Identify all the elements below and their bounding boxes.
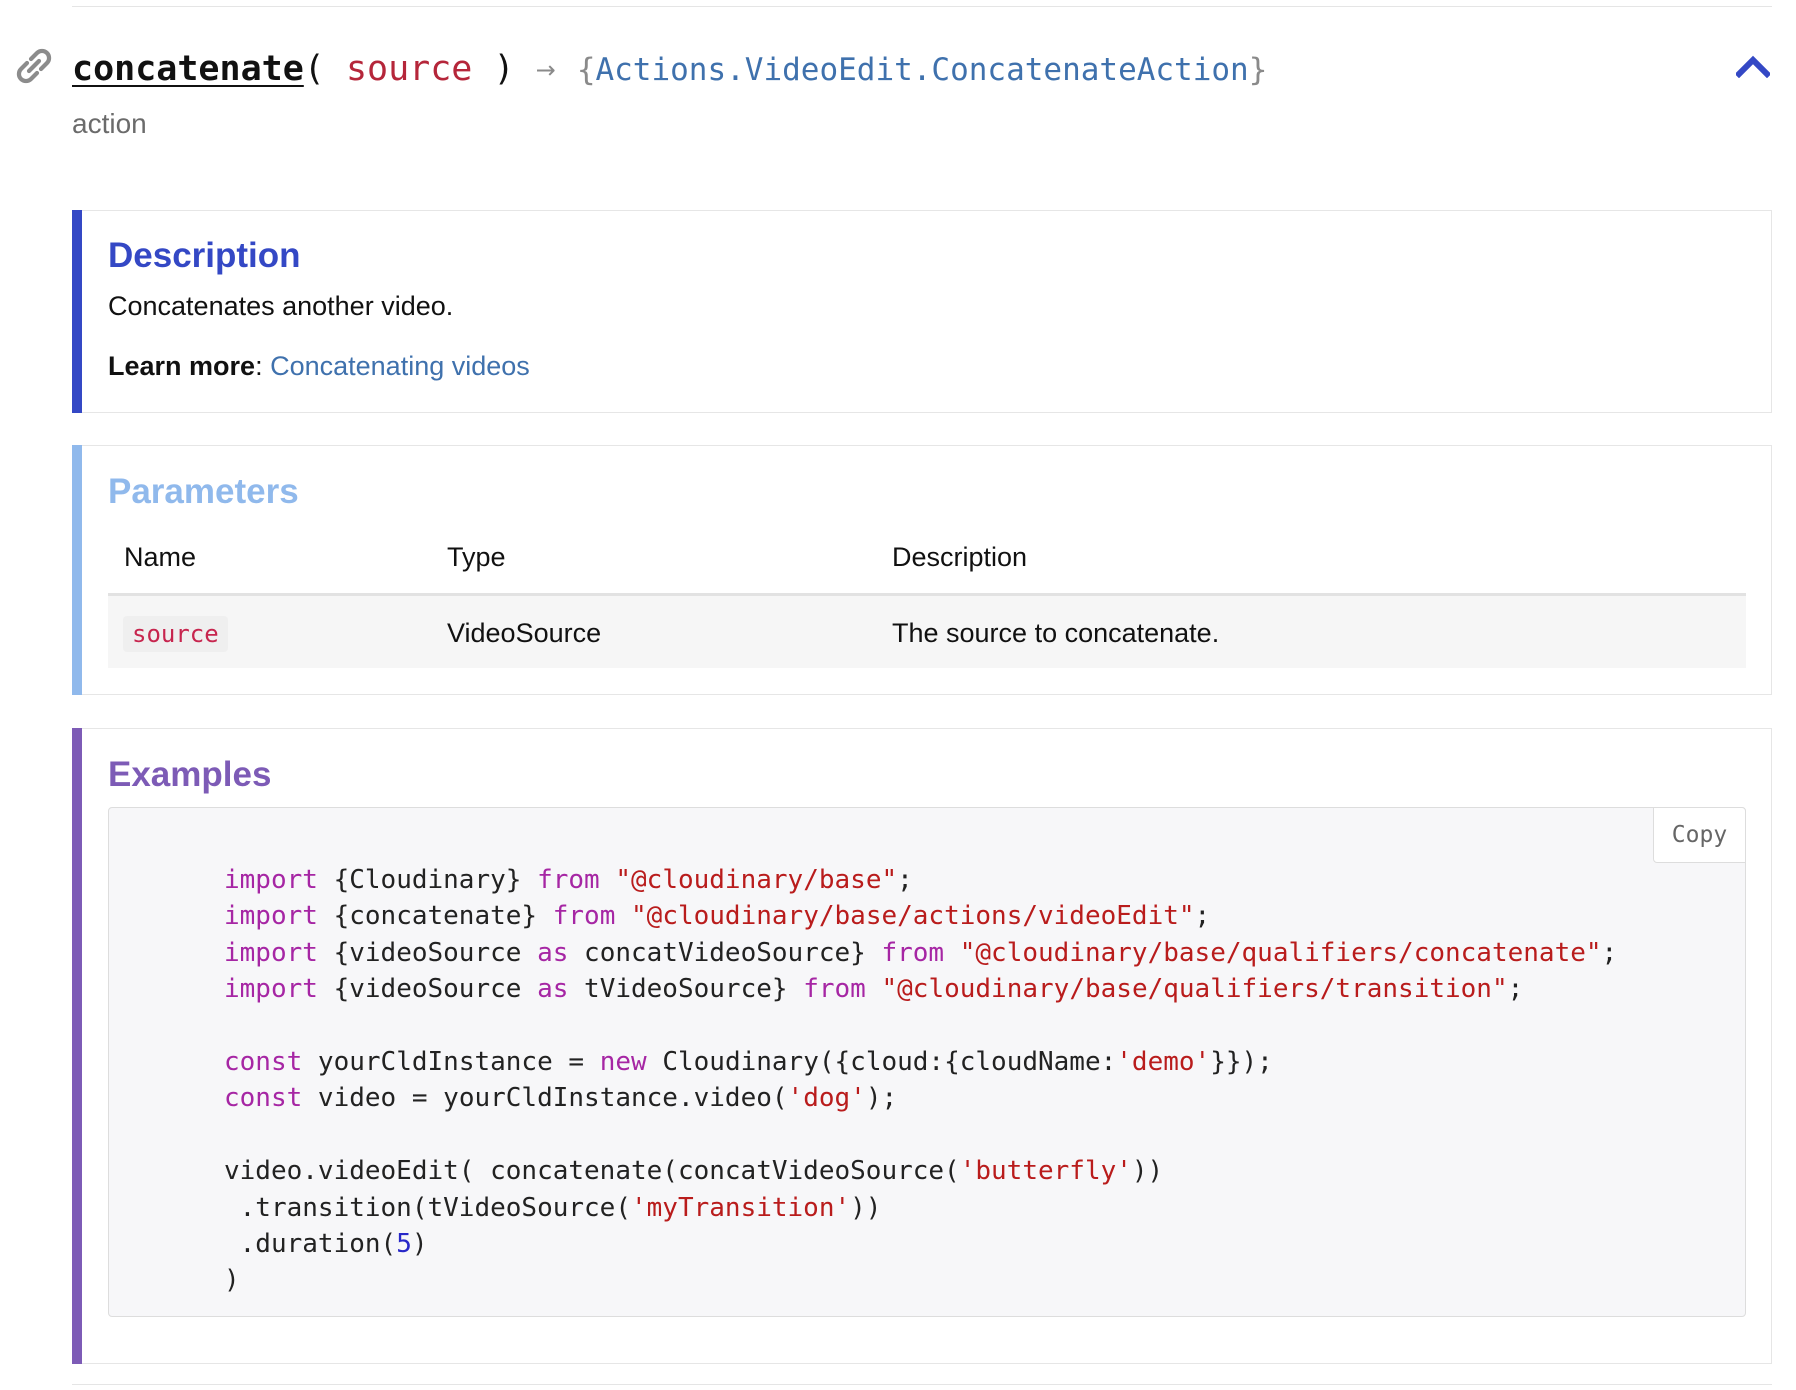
examples-card: Examples Copy import {Cloudinary} from "… [72, 728, 1772, 1364]
code-text: Cloudinary({cloud:{cloudName: [646, 1047, 1117, 1078]
open-paren: ( [303, 49, 325, 89]
param-type: VideoSource [447, 618, 602, 648]
code-text: ) [411, 1229, 428, 1260]
code-text: video.videoEdit( concatenate(concatVideo… [224, 1156, 960, 1187]
code-keyword: import [224, 974, 318, 1005]
code-keyword: const [224, 1083, 303, 1114]
code-line: const yourCldInstance = new Cloudinary({… [224, 1044, 1617, 1080]
code-keyword: from [552, 901, 616, 932]
code-line: import {videoSource as concatVideoSource… [224, 935, 1617, 971]
code-text: yourCldInstance = [302, 1047, 600, 1078]
code-text: .transition(tVideoSource( [224, 1192, 631, 1223]
learn-more-label: Learn more [108, 351, 256, 381]
link-icon[interactable] [14, 46, 54, 86]
code-keyword: new [599, 1047, 647, 1078]
code-line: import {videoSource as tVideoSource} fro… [224, 971, 1617, 1007]
code-line: import {Cloudinary} from "@cloudinary/ba… [224, 862, 1617, 898]
learn-more: Learn more: Concatenating videos [108, 351, 530, 382]
code-string: "@cloudinary/base/actions/videoEdit" [631, 901, 1195, 932]
code-string: 'demo' [1116, 1047, 1211, 1078]
code-text: .duration( [224, 1229, 397, 1260]
code-example[interactable]: import {Cloudinary} from "@cloudinary/ba… [224, 862, 1617, 1299]
code-text: {Cloudinary} [317, 865, 538, 895]
function-signature: concatenate( source ) → {Actions.VideoEd… [72, 42, 1267, 96]
description-title: Description [108, 236, 301, 275]
learn-more-link[interactable]: Concatenating videos [270, 351, 530, 381]
param-description: The source to concatenate. [892, 618, 1220, 648]
code-string: "@cloudinary/base" [615, 865, 898, 895]
examples-title: Examples [108, 755, 272, 794]
parameters-card: Parameters Name Type Description source … [72, 445, 1772, 695]
code-string: 'dog' [787, 1083, 866, 1114]
bottom-divider [72, 1384, 1772, 1385]
code-line: .duration(5) [224, 1226, 1617, 1262]
return-open-brace: { [576, 52, 596, 88]
return-close-brace: } [1248, 52, 1268, 88]
code-string: "@cloudinary/base/qualifiers/transition" [881, 974, 1508, 1005]
top-divider [72, 6, 1772, 7]
code-text: ; [1507, 974, 1524, 1005]
code-text: ); [865, 1083, 898, 1114]
code-text: video = yourCldInstance.video( [302, 1083, 788, 1114]
close-paren: ) [493, 49, 515, 89]
column-header-type: Type [447, 542, 506, 572]
code-text: {concatenate} [317, 901, 553, 932]
code-keyword: as [537, 974, 569, 1005]
code-text: ) [224, 1265, 240, 1296]
copy-button[interactable]: Copy [1653, 807, 1746, 863]
column-header-name: Name [124, 542, 197, 572]
description-text: Concatenates another video. [108, 291, 454, 321]
code-text: ; [897, 865, 913, 895]
code-keyword: const [224, 1047, 303, 1078]
description-card: Description Concatenates another video. … [72, 210, 1772, 413]
chevron-up-icon[interactable] [1736, 54, 1770, 78]
code-keyword: from [803, 974, 866, 1005]
code-text: {videoSource [317, 937, 538, 968]
code-string: 'butterfly' [959, 1156, 1132, 1187]
code-string: 'myTransition' [631, 1192, 851, 1223]
code-text: {videoSource [317, 974, 538, 1005]
parameters-title: Parameters [108, 472, 299, 511]
return-arrow: → [535, 56, 556, 84]
function-name[interactable]: concatenate [72, 49, 304, 89]
code-number: 5 [396, 1229, 412, 1260]
code-keyword: as [537, 937, 569, 968]
member-kind: action [72, 108, 147, 139]
code-keyword: from [881, 937, 945, 968]
code-text: )) [1131, 1156, 1164, 1187]
column-header-description: Description [892, 542, 1028, 572]
description-accent-bar [72, 210, 82, 413]
code-text: tVideoSource} [568, 974, 804, 1005]
table-row: source VideoSource The source to concate… [108, 596, 1746, 668]
code-block[interactable]: Copy import {Cloudinary} from "@cloudina… [108, 807, 1746, 1317]
param-name-code: source [123, 616, 228, 652]
code-keyword: from [537, 865, 600, 895]
return-type: Actions.VideoEdit.ConcatenateAction [595, 52, 1249, 88]
code-keyword: import [224, 937, 318, 968]
code-text: concatVideoSource} [568, 937, 882, 968]
code-line: video.videoEdit( concatenate(concatVideo… [224, 1153, 1617, 1189]
code-line: const video = yourCldInstance.video('dog… [224, 1080, 1617, 1116]
examples-accent-bar [72, 728, 82, 1364]
code-line: .transition(tVideoSource('myTransition')… [224, 1190, 1617, 1226]
code-text: }}); [1210, 1047, 1273, 1078]
code-string: "@cloudinary/base/qualifiers/concatenate… [959, 937, 1602, 968]
signature-param: source [345, 49, 473, 89]
code-keyword: import [224, 901, 318, 932]
code-text: ; [1194, 901, 1211, 932]
code-keyword: import [224, 865, 318, 895]
code-line: import {concatenate} from "@cloudinary/b… [224, 898, 1617, 934]
code-text: ; [1601, 937, 1618, 968]
parameters-accent-bar [72, 445, 82, 695]
code-line: ) [224, 1262, 1617, 1298]
code-text: )) [850, 1192, 882, 1223]
learn-more-separator: : [255, 351, 263, 381]
